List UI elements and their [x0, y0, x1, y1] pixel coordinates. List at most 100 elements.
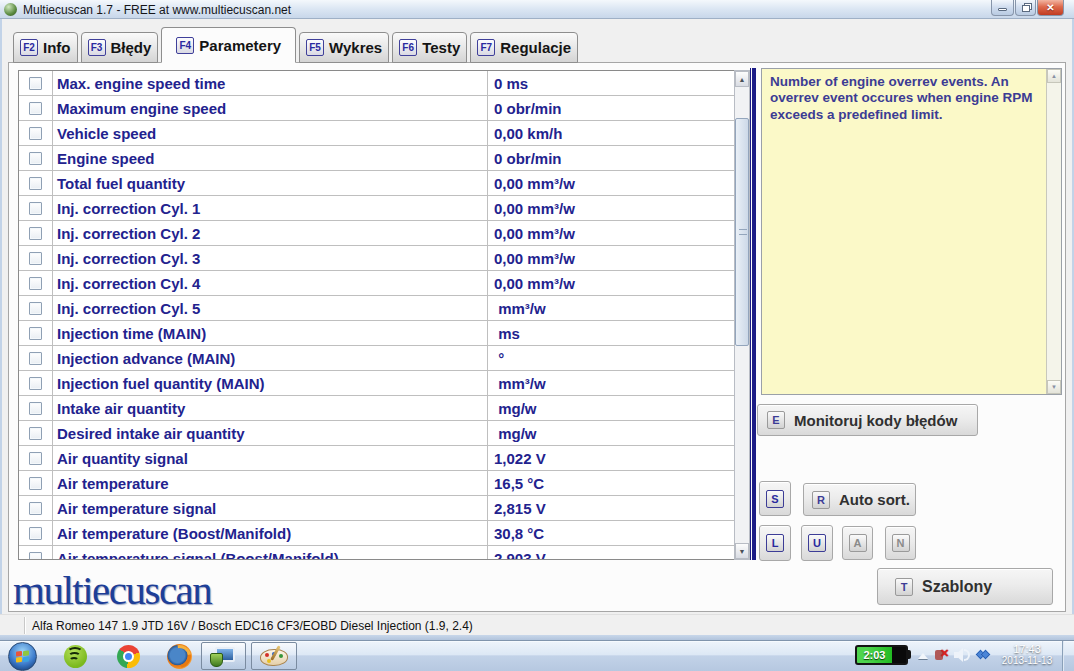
key-button-a[interactable]: A: [842, 526, 873, 560]
row-checkbox[interactable]: [29, 277, 42, 290]
row-checkbox[interactable]: [29, 402, 42, 415]
parameter-name-cell: Inj. correction Cyl. 2: [53, 221, 488, 245]
show-desktop-divider[interactable]: [1062, 641, 1063, 671]
parameter-row[interactable]: Air temperature signal2,815 V: [19, 496, 734, 521]
row-checkbox[interactable]: [29, 452, 42, 465]
parameter-row[interactable]: Max. engine speed time0 ms: [19, 71, 734, 96]
scroll-up-icon[interactable]: ▲: [735, 71, 749, 87]
audio-disabled-icon[interactable]: ✕: [934, 647, 950, 662]
parameter-name: Intake air quantity: [57, 400, 185, 417]
row-checkbox[interactable]: [29, 502, 42, 515]
info-scroll-up-icon[interactable]: ▲: [1047, 69, 1061, 83]
tab-wykres[interactable]: F5Wykres: [299, 32, 389, 63]
row-checkbox[interactable]: [29, 377, 42, 390]
tab-label: Testy: [422, 39, 460, 56]
parameter-name: Maximum engine speed: [57, 100, 226, 117]
tab-regulacje[interactable]: F7Regulacje: [470, 32, 578, 63]
tab-błędy[interactable]: F3Błędy: [81, 32, 159, 63]
scrollbar-thumb[interactable]: [735, 118, 749, 346]
fkey-chip: F2: [20, 39, 38, 56]
taskbar-clock[interactable]: 17:43 2013-11-13: [995, 643, 1059, 667]
tab-parametery[interactable]: F4Parametery: [161, 27, 296, 63]
auto-sort-button[interactable]: R Auto sort.: [803, 483, 916, 516]
parameter-row[interactable]: Injection fuel quantity (MAIN) mm³/w: [19, 371, 734, 396]
row-checkbox-cell: [19, 121, 53, 145]
parameter-row[interactable]: Inj. correction Cyl. 20,00 mm³/w: [19, 221, 734, 246]
start-button[interactable]: [8, 642, 37, 671]
row-checkbox[interactable]: [29, 352, 42, 365]
parameter-row[interactable]: Engine speed0 obr/min: [19, 146, 734, 171]
table-right-border: [750, 68, 751, 560]
hotkey-l-chip: L: [766, 534, 784, 552]
row-checkbox[interactable]: [29, 227, 42, 240]
parameter-value: mg/w: [494, 425, 537, 442]
parameter-name: Inj. correction Cyl. 5: [57, 300, 200, 317]
row-checkbox[interactable]: [29, 527, 42, 540]
row-checkbox-cell: [19, 196, 53, 220]
parameter-row[interactable]: Injection time (MAIN) ms: [19, 321, 734, 346]
parameter-row[interactable]: Inj. correction Cyl. 30,00 mm³/w: [19, 246, 734, 271]
show-hidden-icons-button[interactable]: [918, 653, 928, 659]
maximize-button[interactable]: [1015, 0, 1036, 16]
parameter-row[interactable]: Air temperature signal (Boost/Manifold)2…: [19, 546, 734, 560]
row-checkbox[interactable]: [29, 77, 42, 90]
parameter-name-cell: Air temperature signal: [53, 496, 488, 520]
row-checkbox[interactable]: [29, 102, 42, 115]
tab-info[interactable]: F2Info: [13, 32, 78, 63]
firefox-icon[interactable]: [167, 644, 192, 669]
row-checkbox[interactable]: [29, 177, 42, 190]
battery-nub: [908, 650, 911, 659]
templates-button[interactable]: T Szablony: [877, 568, 1053, 605]
table-scrollbar[interactable]: ▲ ▼: [734, 70, 750, 560]
info-scroll-down-icon[interactable]: ▼: [1047, 380, 1061, 394]
spotify-icon[interactable]: [64, 645, 87, 668]
battery-meter[interactable]: 2:03: [855, 645, 908, 665]
row-checkbox[interactable]: [29, 302, 42, 315]
parameter-table: Max. engine speed time0 msMaximum engine…: [18, 70, 735, 560]
parameter-row[interactable]: Intake air quantity mg/w: [19, 396, 734, 421]
close-button[interactable]: ✕: [1037, 0, 1064, 16]
firefox-tail: [163, 640, 195, 671]
parameter-row[interactable]: Maximum engine speed 0 obr/min: [19, 96, 734, 121]
parameter-row[interactable]: Air temperature16,5 °C: [19, 471, 734, 496]
sort-button[interactable]: S: [759, 481, 791, 516]
row-checkbox[interactable]: [29, 477, 42, 490]
tab-testy[interactable]: F6Testy: [392, 32, 467, 63]
row-checkbox[interactable]: [29, 202, 42, 215]
chrome-icon[interactable]: [117, 645, 140, 668]
row-checkbox[interactable]: [29, 152, 42, 165]
parameter-row[interactable]: Inj. correction Cyl. 5 mm³/w: [19, 296, 734, 321]
tab-label: Błędy: [111, 39, 152, 56]
parameter-row[interactable]: Desired intake air quantity mg/w: [19, 421, 734, 446]
parameter-row[interactable]: Vehicle speed0,00 km/h: [19, 121, 734, 146]
row-checkbox[interactable]: [29, 127, 42, 140]
key-button-u[interactable]: U: [801, 525, 833, 561]
row-checkbox[interactable]: [29, 427, 42, 440]
key-button-n[interactable]: N: [885, 526, 916, 560]
parameter-row[interactable]: Inj. correction Cyl. 10,00 mm³/w: [19, 196, 734, 221]
row-checkbox-cell: [19, 221, 53, 245]
parameter-row[interactable]: Total fuel quantity0,00 mm³/w: [19, 171, 734, 196]
window-border-left: [0, 19, 2, 635]
minimize-button[interactable]: [991, 0, 1014, 16]
dropbox-icon[interactable]: [977, 649, 990, 661]
paint-taskbar-button[interactable]: [251, 642, 297, 670]
monitor-error-codes-button[interactable]: E Monitoruj kody błędów: [757, 404, 978, 436]
row-checkbox[interactable]: [29, 327, 42, 340]
scroll-down-icon[interactable]: ▼: [735, 543, 749, 559]
row-checkbox[interactable]: [29, 552, 42, 561]
parameter-value: 0,00 mm³/w: [494, 200, 575, 217]
parameter-row[interactable]: Air quantity signal1,022 V: [19, 446, 734, 471]
parameter-row[interactable]: Injection advance (MAIN) °: [19, 346, 734, 371]
parameter-value-cell: 0 obr/min: [488, 96, 734, 120]
row-checkbox[interactable]: [29, 252, 42, 265]
fkey-chip: F4: [176, 37, 194, 54]
info-panel-scrollbar[interactable]: ▲ ▼: [1046, 69, 1061, 394]
key-button-l[interactable]: L: [759, 525, 791, 561]
fkey-chip: F5: [306, 39, 324, 56]
parameter-name-cell: Inj. correction Cyl. 4: [53, 271, 488, 295]
multiecuscan-taskbar-button[interactable]: [201, 642, 246, 670]
parameter-value-cell: 30,8 °C: [488, 521, 734, 545]
parameter-row[interactable]: Air temperature (Boost/Manifold)30,8 °C: [19, 521, 734, 546]
parameter-row[interactable]: Inj. correction Cyl. 40,00 mm³/w: [19, 271, 734, 296]
